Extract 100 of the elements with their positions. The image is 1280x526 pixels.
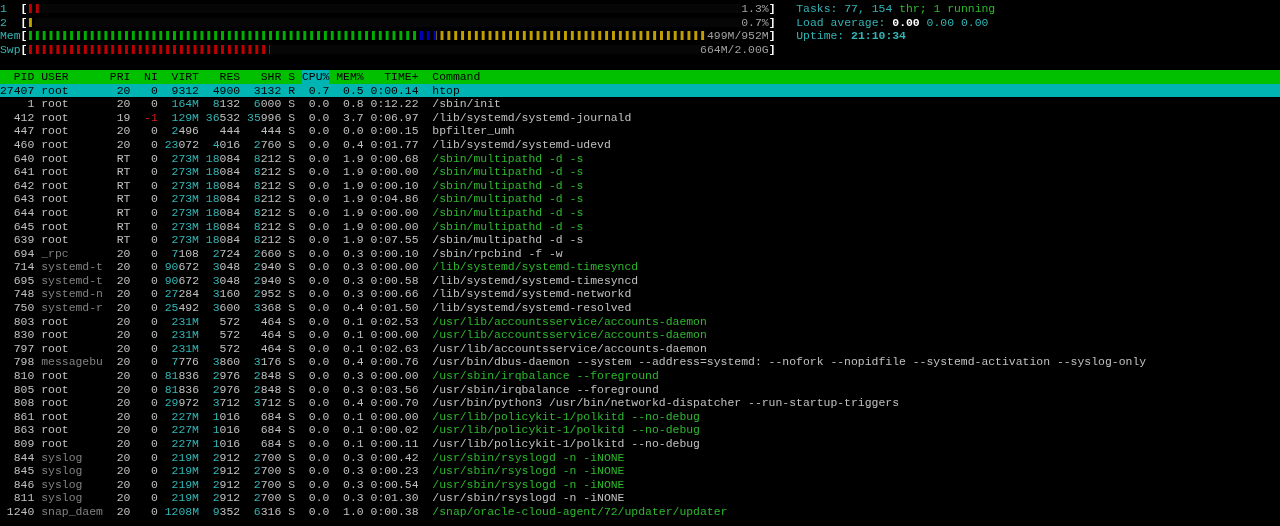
process-cpu: 0.0 (307, 477, 330, 492)
process-state: S (288, 423, 296, 437)
process-row[interactable]: 1240 snap_daem 20 0 1208M 9352 6316 S 0.0 1.0 0:00.38 /snap/oracle-cloud-agent/72/updater/updater (0, 504, 1280, 519)
process-time: 0:00.00 (369, 369, 419, 383)
column-header[interactable]: TIME+ (363, 69, 419, 84)
process-virtual-memory: 219M (170, 450, 199, 465)
process-nice: 0 (149, 450, 158, 465)
process-row[interactable]: 805 root 20 0 81836 2976 2848 S 0.0 0.3 0:03.56 /usr/sbin/irqbalance --foreground (0, 382, 1280, 397)
process-row[interactable]: 460 root 20 0 23072 4016 2760 S 0.0 0.4 0:01.77 /lib/systemd/systemd-udevd (0, 137, 1280, 152)
column-header[interactable]: MEM% (336, 69, 364, 84)
process-cpu: 0.0 (307, 178, 330, 193)
process-shared-memory: 464 (259, 314, 282, 329)
process-virtual-memory: 25492 (164, 301, 199, 315)
process-command: htop (432, 83, 460, 98)
column-header[interactable]: S (288, 69, 296, 84)
process-virtual-memory: 273M (170, 192, 199, 206)
process-row[interactable]: 845 syslog 20 0 219M 2912 2700 S 0.0 0.3 0:00.23 /usr/sbin/rsyslogd -n -iNONE (0, 464, 1280, 478)
process-state: R (288, 83, 296, 98)
process-row[interactable]: 645 root RT 0 273M 18084 8212 S 0.0 1.9 0:00.00 /sbin/multipathd -d -s (0, 219, 1280, 234)
process-virtual-memory: 90672 (164, 260, 199, 274)
process-virtual-memory: 231M (170, 328, 199, 342)
process-row[interactable]: 1 root 20 0 164M 8132 6000 S 0.0 0.8 0:12.22 /sbin/init (0, 97, 1280, 111)
process-resident-memory: 3048 (211, 273, 241, 288)
process-pid: 845 (12, 464, 35, 478)
process-row[interactable]: 810 root 20 0 81836 2976 2848 S 0.0 0.3 0:00.00 /usr/sbin/irqbalance --foreground (0, 369, 1280, 383)
process-shared-memory: 6000 (252, 97, 282, 111)
process-memory: 0.3 (342, 369, 364, 383)
process-user: root (41, 124, 70, 138)
meter-bracket: ] (768, 15, 776, 30)
process-cpu: 0.0 (307, 409, 330, 424)
process-row[interactable]: 830 root 20 0 231M 572 464 S 0.0 0.1 0:00.00 /usr/lib/accountsservice/accounts-daemon (0, 328, 1280, 342)
process-row[interactable]: 803 root 20 0 231M 572 464 S 0.0 0.1 0:02.53 /usr/lib/accountsservice/accounts-daemon (0, 314, 1280, 329)
process-row[interactable]: 846 syslog 20 0 219M 2912 2700 S 0.0 0.3 0:00.54 /usr/sbin/rsyslogd -n -iNONE (0, 477, 1280, 492)
load-average-value: 0.00 (960, 15, 989, 30)
column-header[interactable]: USER (41, 69, 103, 84)
process-row[interactable]: 641 root RT 0 273M 18084 8212 S 0.0 1.9 0:00.00 /sbin/multipathd -d -s (0, 165, 1280, 179)
process-user: messagebu (41, 355, 103, 370)
process-command: /usr/bin/python3 /usr/bin/networkd-dispatcher --run-startup-triggers (432, 396, 900, 410)
process-state: S (288, 301, 296, 315)
column-header[interactable]: PID (0, 69, 35, 84)
process-cpu: 0.0 (307, 219, 330, 234)
process-state: S (288, 151, 296, 166)
column-header[interactable]: Command (432, 69, 481, 84)
process-row[interactable]: 643 root RT 0 273M 18084 8212 S 0.0 1.9 0:04.86 /sbin/multipathd -d -s (0, 192, 1280, 206)
process-row[interactable]: 798 messagebu 20 0 7776 3860 3176 S 0.0 0.4 0:00.76 /usr/bin/dbus-daemon --system --address=systemd: --nofork --nopidfile --systemd-activation --syslog-only (0, 355, 1280, 370)
process-priority: 20 (115, 124, 131, 138)
process-row[interactable]: 750 systemd-r 20 0 25492 3600 3368 S 0.0 0.4 0:01.50 /lib/systemd/systemd-resolved (0, 301, 1280, 315)
process-resident-memory: 18084 (205, 165, 241, 179)
process-command: /sbin/rpcbind -f -w (432, 246, 563, 261)
process-user: root (41, 382, 70, 397)
process-memory: 1.9 (342, 192, 364, 206)
process-row[interactable]: 844 syslog 20 0 219M 2912 2700 S 0.0 0.3 0:00.42 /usr/sbin/rsyslogd -n -iNONE (0, 450, 1280, 465)
column-header[interactable]: VIRT (164, 69, 199, 84)
process-pid: 748 (12, 287, 35, 302)
process-memory: 0.1 (342, 409, 364, 424)
process-row[interactable]: 412 root 19 -1 129M 36532 35996 S 0.0 3.7 0:06.97 /lib/systemd/systemd-journald (0, 110, 1280, 125)
process-row[interactable]: 811 syslog 20 0 219M 2912 2700 S 0.0 0.3 0:01.30 /usr/sbin/rsyslogd -n -iNONE (0, 491, 1280, 505)
process-row[interactable]: 642 root RT 0 273M 18084 8212 S 0.0 1.9 0:00.10 /sbin/multipathd -d -s (0, 178, 1280, 193)
process-row[interactable]: 808 root 20 0 29972 3712 3712 S 0.0 0.4 0:00.70 /usr/bin/python3 /usr/bin/networkd-dispatcher --run-startup-triggers (0, 396, 1280, 410)
process-priority: 20 (115, 409, 131, 424)
tasks-label: Tasks: (796, 2, 838, 16)
process-user: root (41, 314, 70, 329)
column-header[interactable]: PRI (109, 69, 131, 84)
process-row[interactable]: 809 root 20 0 227M 1016 684 S 0.0 0.1 0:00.11 /usr/lib/policykit-1/polkitd --no-debug (0, 437, 1280, 451)
process-virtual-memory: 231M (170, 314, 199, 329)
process-command: /usr/lib/accountsservice/accounts-daemon (432, 341, 707, 356)
process-cpu: 0.0 (307, 97, 330, 111)
process-row[interactable]: 694 _rpc 20 0 7108 2724 2660 S 0.0 0.3 0:00.10 /sbin/rpcbind -f -w (0, 246, 1280, 261)
process-shared-memory: 444 (259, 124, 282, 138)
process-row[interactable]: 640 root RT 0 273M 18084 8212 S 0.0 1.9 0:00.68 /sbin/multipathd -d -s (0, 151, 1280, 166)
column-header[interactable]: NI (137, 69, 158, 84)
process-virtual-memory: 273M (170, 219, 199, 234)
process-command: /lib/systemd/systemd-networkd (432, 287, 632, 302)
process-row[interactable]: 447 root 20 0 2496 444 444 S 0.0 0.0 0:00.15 bpfilter_umh (0, 124, 1280, 138)
process-row[interactable]: 861 root 20 0 227M 1016 684 S 0.0 0.1 0:00.00 /usr/lib/policykit-1/polkitd --no-debug (0, 409, 1280, 424)
process-command: /usr/sbin/rsyslogd -n -iNONE (432, 464, 625, 478)
column-header[interactable]: RES (205, 69, 241, 84)
process-row[interactable]: 695 systemd-t 20 0 90672 3048 2940 S 0.0 0.3 0:00.58 /lib/systemd/systemd-timesyncd (0, 273, 1280, 288)
tasks-count: 77, (844, 2, 865, 16)
process-row[interactable]: 797 root 20 0 231M 572 464 S 0.0 0.1 0:02.63 /usr/lib/accountsservice/accounts-daemon (0, 341, 1280, 356)
process-pid: 844 (12, 450, 35, 465)
process-memory: 3.7 (342, 110, 364, 125)
process-state: S (288, 260, 296, 274)
process-row[interactable]: 714 systemd-t 20 0 90672 3048 2940 S 0.0 0.3 0:00.00 /lib/systemd/systemd-timesyncd (0, 260, 1280, 274)
process-row[interactable]: 748 systemd-n 20 0 27284 3160 2952 S 0.0 0.3 0:00.66 /lib/systemd/systemd-networkd (0, 287, 1280, 302)
process-row[interactable]: 639 root RT 0 273M 18084 8212 S 0.0 1.9 0:07.55 /sbin/multipathd -d -s (0, 233, 1280, 247)
process-time: 0:00.02 (369, 423, 419, 437)
process-priority: 20 (115, 97, 131, 111)
process-state: S (288, 396, 296, 410)
process-virtual-memory: 23072 (164, 137, 199, 152)
process-user: syslog (41, 477, 84, 492)
process-row[interactable]: 863 root 20 0 227M 1016 684 S 0.0 0.1 0:00.02 /usr/lib/policykit-1/polkitd --no-debug (0, 423, 1280, 437)
process-virtual-memory: 273M (170, 178, 199, 193)
column-header[interactable]: SHR (247, 69, 282, 84)
process-resident-memory: 4900 (211, 83, 241, 98)
process-command: /sbin/multipathd -d -s (432, 151, 584, 166)
process-virtual-memory: 29972 (164, 396, 199, 410)
process-nice: 0 (149, 137, 158, 152)
running-label: running (947, 2, 996, 16)
process-row[interactable]: 644 root RT 0 273M 18084 8212 S 0.0 1.9 0:00.00 /sbin/multipathd -d -s (0, 205, 1280, 220)
